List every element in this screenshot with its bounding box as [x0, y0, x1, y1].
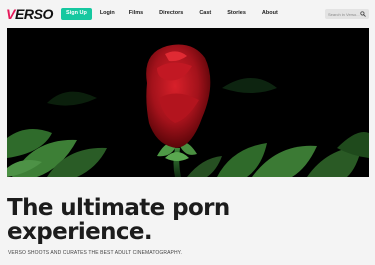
nav-directors[interactable]: Directors [159, 11, 183, 17]
logo-letter: V [6, 6, 15, 22]
top-navbar: V ERSO Sign Up Login Films Directors Cast… [0, 0, 375, 28]
nav-films[interactable]: Films [129, 11, 143, 17]
search-input[interactable] [328, 11, 360, 17]
nav-cast[interactable]: Cast [199, 11, 211, 17]
headline-line-1: The ultimate porn [7, 195, 230, 221]
signup-button[interactable]: Sign Up [61, 8, 92, 20]
search-box[interactable] [325, 9, 369, 19]
verso-logo[interactable]: V ERSO [6, 7, 53, 21]
nav-about[interactable]: About [262, 11, 278, 17]
tagline: VERSO SHOOTS AND CURATES THE BEST ADULT … [8, 250, 182, 256]
nav-stories[interactable]: Stories [227, 11, 246, 17]
search-icon[interactable] [360, 11, 366, 17]
logo-text: ERSO [14, 6, 54, 22]
flower-illustration [7, 28, 369, 177]
page-headline: The ultimate porn experience. [7, 196, 230, 244]
headline-line-2: experience. [7, 219, 153, 245]
nav-login[interactable]: Login [100, 11, 115, 17]
page: V ERSO Sign Up Login Films Directors Cast… [0, 0, 375, 265]
hero-image[interactable] [7, 28, 369, 177]
